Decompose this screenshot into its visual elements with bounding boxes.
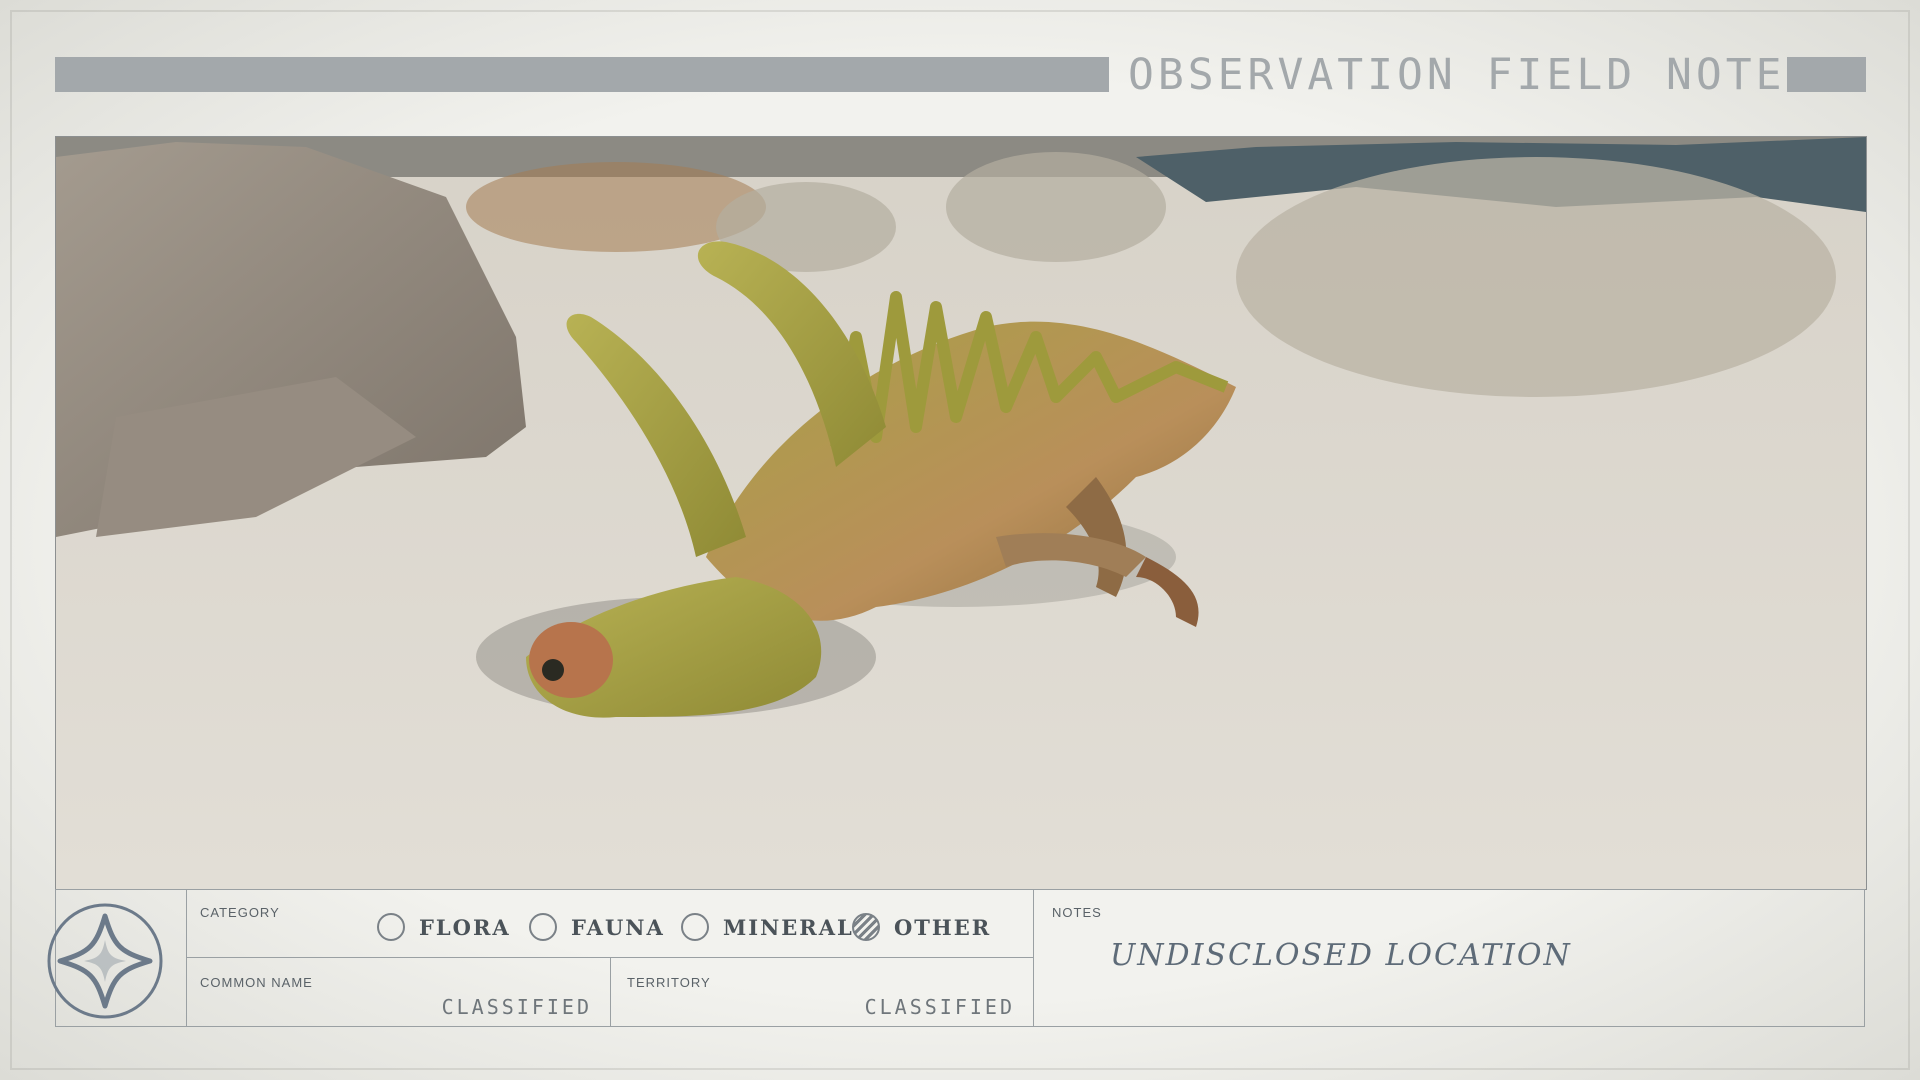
notes-label: NOTES [1052,905,1102,920]
field-notes-card: OBSERVATION FIELD NOTES CATEGORY FLORA F… [0,0,1920,1080]
common-name-label: COMMON NAME [200,975,313,990]
category-option-flora[interactable]: FLORA [377,913,511,941]
divider [186,957,1033,958]
territory-value: CLASSIFIED [864,995,1015,1019]
radio-icon [681,913,709,941]
divider [1033,889,1034,1027]
category-option-label: OTHER [894,914,992,940]
page-title: OBSERVATION FIELD NOTES [1128,50,1816,100]
category-label: CATEGORY [200,905,280,920]
category-option-other[interactable]: OTHER [852,913,991,941]
notes-value: UNDISCLOSED LOCATION [1110,938,1572,973]
header-bar-left [55,57,1109,92]
emblem-logo-icon [47,903,163,1019]
radio-checked-icon [852,913,880,941]
category-option-mineral[interactable]: MINERAL [681,913,854,941]
observation-image [55,136,1867,890]
alien-creature-illustration [56,137,1866,889]
divider [186,889,187,1027]
divider [610,957,611,1027]
category-option-label: MINERAL [723,914,854,940]
radio-icon [377,913,405,941]
category-option-label: FAUNA [571,914,665,940]
category-option-label: FLORA [419,914,511,940]
common-name-value: CLASSIFIED [441,995,592,1019]
radio-icon [529,913,557,941]
territory-label: TERRITORY [627,975,711,990]
header-bar-right [1787,57,1866,92]
category-option-fauna[interactable]: FAUNA [529,913,665,941]
